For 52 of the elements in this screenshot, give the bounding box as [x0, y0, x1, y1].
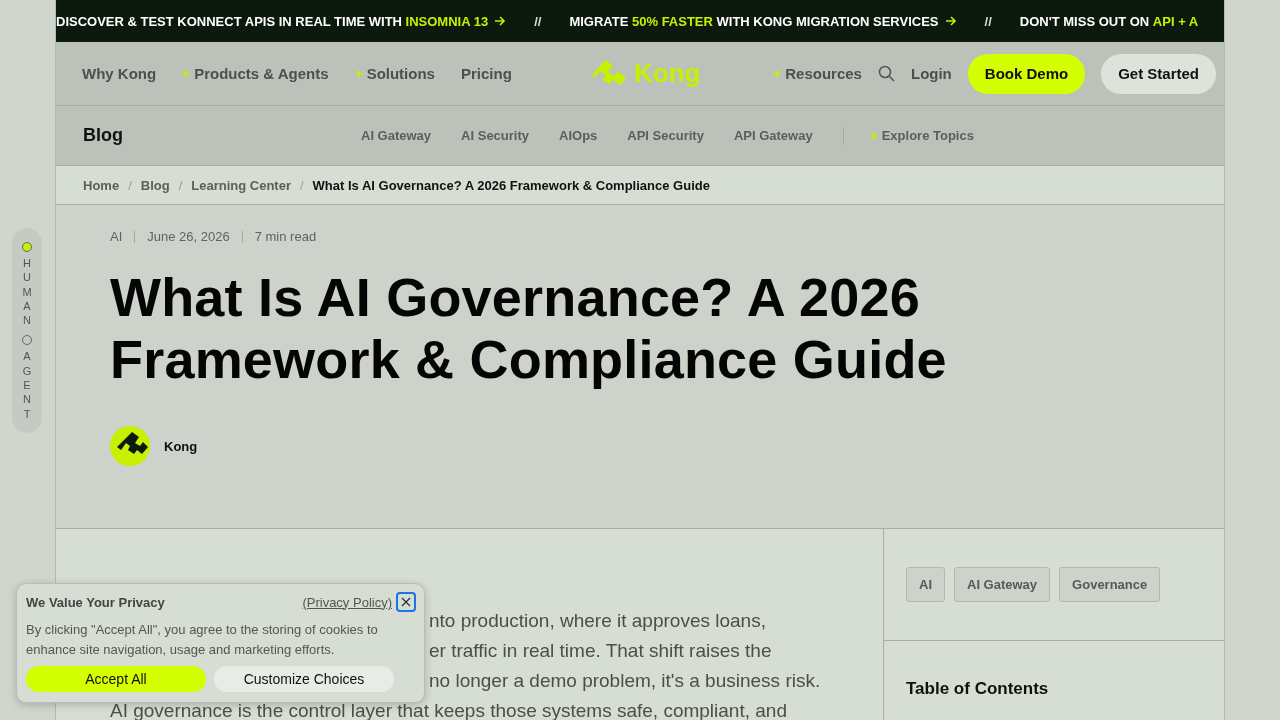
tag-chip[interactable]: AI Gateway: [954, 567, 1051, 602]
separator-text: //: [534, 13, 542, 29]
body-text: no longer a demo problem, it's a business risk.: [429, 669, 821, 693]
author-name[interactable]: Kong: [164, 438, 198, 454]
banner-title: We Value Your Privacy: [26, 594, 165, 610]
topic-link[interactable]: AI Security: [461, 128, 529, 143]
explore-topics-link[interactable]: Explore Topics: [881, 128, 974, 143]
banner-text: By clicking "Accept All", you agree to the storing of cookies to enhance site navigation, usage and marketing efforts.: [26, 621, 379, 659]
announcement-link[interactable]: MIGRATE 50% FASTER WITH KONG MIGRATION SERVICES: [569, 13, 957, 29]
announcement-link[interactable]: DISCOVER & TEST KONNECT APIS IN REAL TIME WITH INSOMNIA 13: [56, 13, 507, 29]
topic-link[interactable]: API Gateway: [733, 128, 813, 143]
breadcrumb-separator: /: [178, 177, 183, 193]
privacy-policy-link[interactable]: (Privacy Policy): [302, 594, 392, 610]
toc-title: Table of Contents: [905, 678, 1050, 700]
body-text: er traffic in real time. That shift raises the: [429, 639, 772, 663]
meta-text: June 26, 2026: [147, 229, 230, 244]
close-icon: [401, 597, 411, 607]
separator-text: //: [984, 13, 992, 29]
plus-icon: [869, 131, 878, 140]
breadcrumb-link[interactable]: Learning Center: [191, 177, 291, 193]
announcement-link[interactable]: DON'T MISS OUT ON API + A: [1019, 13, 1199, 29]
radio-button[interactable]: [22, 242, 32, 252]
topic-link[interactable]: AIOps: [559, 128, 598, 143]
topic-link[interactable]: AI Gateway: [361, 128, 432, 143]
nav-link[interactable]: Products & Agents: [194, 65, 329, 82]
article-title: What Is AI Governance? A 2026 Framework & Compliance Guide: [110, 266, 948, 390]
meta-text: 7 min read: [254, 229, 317, 244]
customize-choices-button[interactable]: Customize Choices: [214, 666, 394, 692]
nav-link[interactable]: Pricing: [460, 65, 512, 82]
nav-link[interactable]: Solutions: [366, 65, 435, 82]
breadcrumb-current: What Is AI Governance? A 2026 Framework & Compliance Guide: [312, 177, 710, 193]
blog-title[interactable]: Blog: [83, 125, 361, 146]
body-text: nto production, where it approves loans,: [429, 609, 766, 633]
nav-link[interactable]: Resources: [785, 65, 862, 82]
meta-text: AI: [110, 229, 123, 244]
topic-link[interactable]: API Security: [627, 128, 704, 143]
login-link[interactable]: Login: [910, 65, 952, 82]
breadcrumb-separator: /: [128, 177, 132, 193]
mode-label[interactable]: HUMAN: [21, 256, 33, 328]
get-started-button[interactable]: Get Started: [1101, 53, 1216, 94]
breadcrumb-link[interactable]: Blog: [140, 177, 170, 193]
mode-label[interactable]: AGENT: [21, 349, 33, 421]
accept-all-button[interactable]: Accept All: [26, 666, 206, 692]
search-icon[interactable]: [877, 65, 895, 82]
nav-link[interactable]: Why Kong: [82, 65, 157, 82]
tag-chip[interactable]: AI: [906, 567, 945, 602]
close-button[interactable]: [396, 592, 416, 612]
tag-chip[interactable]: Governance: [1059, 567, 1161, 602]
author-avatar-icon: [110, 426, 150, 466]
book-demo-button[interactable]: Book Demo: [967, 53, 1086, 94]
breadcrumb-separator: /: [299, 177, 304, 193]
breadcrumb-link[interactable]: Home: [83, 177, 120, 193]
